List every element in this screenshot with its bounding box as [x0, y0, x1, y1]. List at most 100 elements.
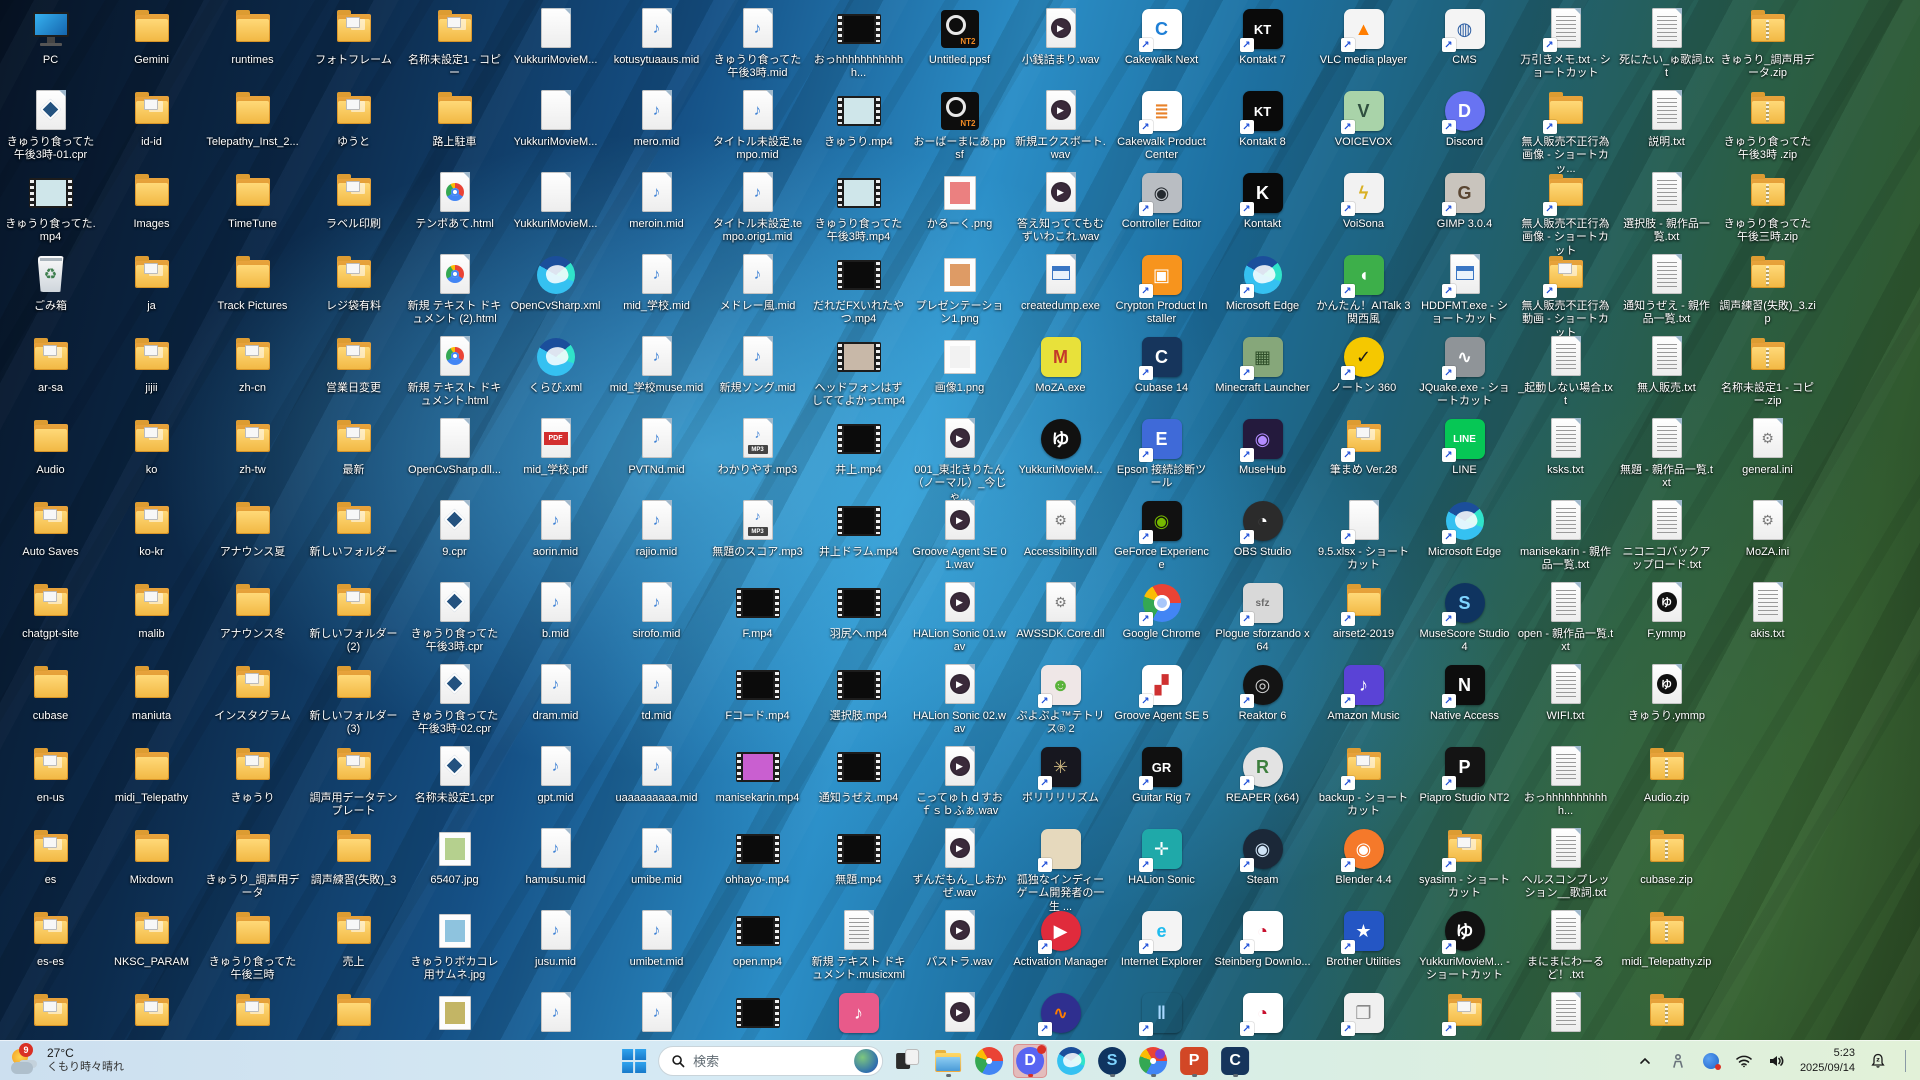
desktop-icon[interactable]: manisekarin.mp4	[707, 744, 808, 805]
desktop-icon[interactable]: open.mp4	[707, 908, 808, 969]
desktop-icon[interactable]: きゅうり_調声用データ	[202, 826, 303, 901]
desktop-icon[interactable]: G↗GIMP 3.0.4	[1414, 170, 1515, 231]
desktop-icon[interactable]: YukkuriMovieM...	[505, 170, 606, 231]
desktop-icon[interactable]: ☻↗ぷよぷよ™テトリス® 2	[1010, 662, 1111, 737]
desktop-icon[interactable]: ✛↗HALion Sonic	[1111, 826, 1212, 887]
desktop-icon[interactable]: ♪mid_学校.mid	[606, 252, 707, 313]
desktop-icon[interactable]: 説明.txt	[1616, 88, 1717, 149]
desktop-icon[interactable]: NT2おーばーまにあ.ppsf	[909, 88, 1010, 163]
desktop-icon[interactable]: まにまにわーるど！.txt	[1515, 908, 1616, 983]
desktop-icon[interactable]: ♪gpt.mid	[505, 744, 606, 805]
desktop-icon[interactable]: PDFmid_学校.pdf	[505, 416, 606, 477]
desktop-icon[interactable]: ♪uaaaaaaaaa.mid	[606, 744, 707, 805]
desktop-icon[interactable]: es	[0, 826, 101, 887]
desktop-icon[interactable]: ◖↗かんたん！AITalk 3 関西風	[1313, 252, 1414, 327]
taskbar-edge-icon[interactable]	[1054, 1044, 1088, 1078]
desktop-icon[interactable]: ▶小銭詰まり.wav	[1010, 6, 1111, 67]
desktop-icon[interactable]: 路上駐車	[404, 88, 505, 149]
desktop-icon[interactable]: NKSC_PARAM	[101, 908, 202, 969]
desktop-icon[interactable]	[1515, 990, 1616, 1038]
desktop-icon[interactable]: 名称未設定1 - コピー.zip	[1717, 334, 1818, 409]
desktop-icon[interactable]: ♪hamusu.mid	[505, 826, 606, 887]
desktop-icon[interactable]: ラベル印刷	[303, 170, 404, 231]
desktop-icon[interactable]: D↗Discord	[1414, 88, 1515, 149]
desktop-icon[interactable]: ゆ↗YukkuriMovieM... - ショートカット	[1414, 908, 1515, 983]
desktop-icon[interactable]: P↗Piapro Studio NT2	[1414, 744, 1515, 805]
desktop-icon[interactable]: ▶HALion Sonic 02.wav	[909, 662, 1010, 737]
desktop-icon[interactable]: akis.txt	[1717, 580, 1818, 641]
desktop-icon[interactable]: ⚙MoZA.ini	[1717, 498, 1818, 559]
desktop-icon[interactable]: ♪jusu.mid	[505, 908, 606, 969]
desktop-icon[interactable]: createdump.exe	[1010, 252, 1111, 313]
desktop-icon[interactable]: ✓↗ノートン 360	[1313, 334, 1414, 395]
desktop-icon[interactable]: 新しいフォルダー (3)	[303, 662, 404, 737]
desktop-icon[interactable]: ♪aorin.mid	[505, 498, 606, 559]
desktop-icon[interactable]: ↗Microsoft Edge	[1414, 498, 1515, 559]
desktop-icon[interactable]	[707, 990, 808, 1038]
desktop-icon[interactable]: ↗airset2-2019	[1313, 580, 1414, 641]
desktop-icon[interactable]: ↗9.5.xlsx - ショートカット	[1313, 498, 1414, 573]
desktop-icon[interactable]: _起動しない場合.txt	[1515, 334, 1616, 409]
weather-widget[interactable]: 9 27°C くもり時々晴れ	[0, 1046, 270, 1075]
desktop-icon[interactable]: GR↗Guitar Rig 7	[1111, 744, 1212, 805]
desktop-icon[interactable]	[404, 990, 505, 1038]
tray-person-icon[interactable]	[1668, 1051, 1688, 1071]
desktop-icon[interactable]: ◔↗Steinberg Downlo...	[1212, 908, 1313, 969]
desktop-icon[interactable]: F.mp4	[707, 580, 808, 641]
desktop-icon[interactable]: cubase.zip	[1616, 826, 1717, 887]
desktop-icon[interactable]: フォトフレーム	[303, 6, 404, 67]
desktop-icon[interactable]: 新規 テキスト ドキュメント.musicxml	[808, 908, 909, 983]
desktop-icon[interactable]: LINE↗LINE	[1414, 416, 1515, 477]
desktop-icon[interactable]: ↗Google Chrome	[1111, 580, 1212, 641]
desktop-icon[interactable]: ▶ずんだもん_しおかぜ.wav	[909, 826, 1010, 901]
desktop-icon[interactable]: YukkuriMovieM...	[505, 88, 606, 149]
desktop-icon[interactable]: ◔↗	[1212, 990, 1313, 1038]
desktop-icon[interactable]: ▲↗VLC media player	[1313, 6, 1414, 67]
desktop-icon[interactable]: id-id	[101, 88, 202, 149]
desktop-icon[interactable]: ♪umibe.mid	[606, 826, 707, 887]
taskbar-discord-icon[interactable]: D	[1013, 1044, 1047, 1078]
desktop-icon[interactable]: ▶	[909, 990, 1010, 1038]
desktop-icon[interactable]: ♪MP3無題のスコア.mp3	[707, 498, 808, 559]
desktop-icon[interactable]: ja	[101, 252, 202, 313]
desktop-icon[interactable]: ↗syasinn - ショートカット	[1414, 826, 1515, 901]
desktop-icon[interactable]: 無人販売.txt	[1616, 334, 1717, 395]
desktop-icon[interactable]: ヘルスコンプレッション__歌詞.txt	[1515, 826, 1616, 901]
desktop-icon[interactable]: jijii	[101, 334, 202, 395]
desktop-icon[interactable]: maniuta	[101, 662, 202, 723]
desktop-icon[interactable]: ゆうと	[303, 88, 404, 149]
desktop-icon[interactable]: malib	[101, 580, 202, 641]
desktop-icon[interactable]: ksks.txt	[1515, 416, 1616, 477]
desktop-icon[interactable]: ↗孤独なインディーゲーム開発者の一生 ...	[1010, 826, 1111, 914]
desktop-icon[interactable]: ◉↗MuseHub	[1212, 416, 1313, 477]
desktop-icon[interactable]: Audio	[0, 416, 101, 477]
desktop-icon[interactable]	[0, 990, 101, 1038]
desktop-icon[interactable]: 65407.jpg	[404, 826, 505, 887]
desktop-icon[interactable]	[1616, 990, 1717, 1038]
desktop-icon[interactable]: Gemini	[101, 6, 202, 67]
taskbar-chrome-profile-icon[interactable]	[1136, 1044, 1170, 1078]
wifi-icon[interactable]	[1734, 1051, 1754, 1071]
desktop-icon[interactable]: ★↗Brother Utilities	[1313, 908, 1414, 969]
desktop-icon[interactable]: ▶答え知っててもむずいわこれ.wav	[1010, 170, 1111, 245]
desktop-icon[interactable]: ゆきゅうり.ymmp	[1616, 662, 1717, 723]
desktop-icon[interactable]: YukkuriMovieM...	[505, 6, 606, 67]
desktop-icon[interactable]: ゆYukkuriMovieM...	[1010, 416, 1111, 477]
desktop-icon[interactable]	[303, 990, 404, 1038]
desktop-icon[interactable]: ♪meroin.mid	[606, 170, 707, 231]
desktop-icon[interactable]: ♪MP3わかりやす.mp3	[707, 416, 808, 477]
desktop-icon[interactable]: ♻ごみ箱	[0, 252, 101, 313]
desktop-icon[interactable]: PC	[0, 6, 101, 67]
desktop-icon[interactable]: ≣↗Cakewalk Product Center	[1111, 88, 1212, 163]
desktop-icon[interactable]: 9.cpr	[404, 498, 505, 559]
taskbar-chrome-icon[interactable]	[972, 1044, 1006, 1078]
desktop-icon[interactable]: 新規 テキスト ドキュメント (2).html	[404, 252, 505, 327]
desktop-icon[interactable]: 新しいフォルダー (2)	[303, 580, 404, 655]
desktop-icon[interactable]: ✳↗ポリリリリズム	[1010, 744, 1111, 805]
desktop-icon[interactable]: ↗無人販売不正行為画像 - ショートカッ...	[1515, 88, 1616, 176]
desktop-icon[interactable]: ♪新規ソング.mid	[707, 334, 808, 395]
desktop-icon[interactable]: ♪	[808, 990, 909, 1038]
desktop-icon[interactable]: ❐↗	[1313, 990, 1414, 1038]
desktop-icon[interactable]: 新規 テキスト ドキュメント.html	[404, 334, 505, 409]
desktop-icon[interactable]: きゅうり食ってた午後三時.zip	[1717, 170, 1818, 245]
